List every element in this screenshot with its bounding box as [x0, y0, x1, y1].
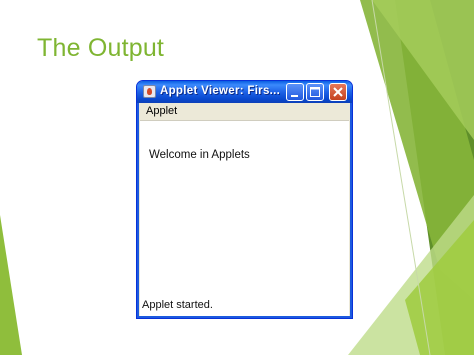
close-button[interactable] [329, 83, 347, 101]
applet-viewer-window[interactable]: Applet Viewer: Firs... Applet Welcome in… [136, 80, 353, 319]
menu-bar: Applet [140, 103, 349, 121]
slide-title: The Output [37, 34, 165, 62]
maximize-button[interactable] [306, 83, 324, 101]
close-icon [333, 87, 343, 97]
minimize-icon [291, 95, 298, 97]
slide: The Output Applet Viewer: Firs... Applet… [0, 0, 474, 355]
minimize-button[interactable] [286, 83, 304, 101]
applet-content-area: Welcome in Applets Applet started. [140, 121, 349, 316]
decor-shape-left [0, 215, 22, 355]
menu-item-applet[interactable]: Applet [146, 105, 177, 117]
applet-output-text: Welcome in Applets [149, 149, 250, 161]
window-titlebar[interactable]: Applet Viewer: Firs... [137, 81, 352, 103]
maximize-icon [310, 87, 320, 97]
status-bar-text: Applet started. [142, 299, 213, 311]
java-cup-icon[interactable] [143, 85, 156, 98]
window-title: Applet Viewer: Firs... [160, 85, 281, 97]
